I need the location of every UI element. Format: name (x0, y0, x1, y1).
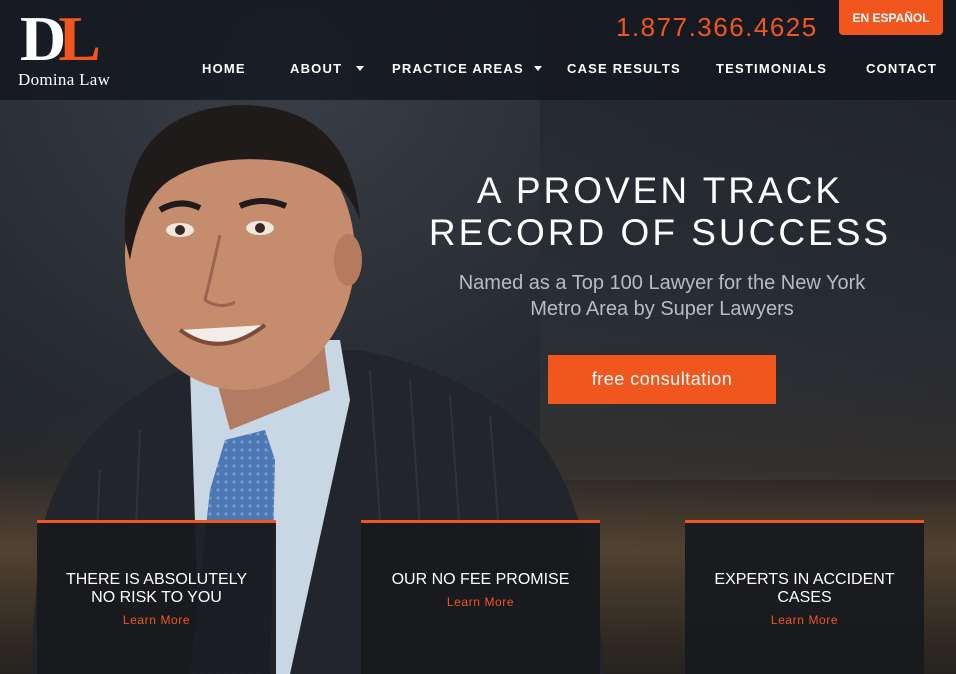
hero-subheading: Named as a Top 100 Lawyer for the New Yo… (430, 270, 894, 322)
feature-card-title-line: NO RISK TO YOU (91, 589, 222, 606)
feature-card-accident-experts[interactable]: EXPERTS IN ACCIDENT CASES Learn More (685, 520, 924, 674)
feature-card-title-line: THERE IS ABSOLUTELY (65, 571, 248, 588)
nav-item-label: PRACTICE AREAS (392, 60, 524, 76)
learn-more-link[interactable]: Learn More (685, 613, 924, 627)
feature-card-title-line: EXPERTS IN ACCIDENT (714, 571, 895, 588)
nav-item-practice-areas[interactable]: PRACTICE AREAS (392, 58, 542, 78)
feature-card-no-risk[interactable]: THERE IS ABSOLUTELY NO RISK TO YOU Learn… (37, 520, 276, 674)
nav-item-contact[interactable]: CONTACT (866, 58, 937, 78)
espanol-language-button[interactable]: EN ESPAÑOL (839, 0, 943, 35)
chevron-down-icon (533, 65, 542, 71)
nav-item-label: ABOUT (290, 60, 343, 76)
nav-item-home[interactable]: HOME (202, 58, 246, 78)
feature-card-title-line: CASES (777, 589, 832, 606)
phone-number-link[interactable]: 1.877.366.4625 (616, 12, 818, 43)
nav-item-about[interactable]: ABOUT (290, 58, 365, 78)
nav-item-label: CASE RESULTS (567, 60, 681, 76)
feature-card-title: OUR NO FEE PROMISE (361, 571, 600, 589)
learn-more-link[interactable]: Learn More (37, 613, 276, 627)
nav-item-label: HOME (202, 60, 246, 76)
learn-more-link[interactable]: Learn More (361, 595, 600, 609)
free-consultation-button[interactable]: free consultation (548, 355, 776, 404)
hero-headline-line: RECORD OF SUCCESS (428, 212, 892, 253)
site-header: DL Domina Law 1.877.366.4625 EN ESPAÑOL … (0, 0, 956, 100)
feature-card-title: EXPERTS IN ACCIDENT CASES (685, 571, 924, 607)
feature-card-title-line: OUR NO FEE PROMISE (391, 571, 570, 588)
hero-subheading-line: Named as a Top 100 Lawyer for the New Yo… (458, 272, 866, 294)
chevron-down-icon (356, 65, 365, 71)
nav-item-label: CONTACT (866, 60, 937, 76)
hero-headline: A PROVEN TRACK RECORD OF SUCCESS (410, 170, 910, 254)
nav-item-case-results[interactable]: CASE RESULTS (567, 58, 681, 78)
hero-headline-line: A PROVEN TRACK (476, 170, 844, 211)
domina-law-logo[interactable]: DL Domina Law (18, 7, 128, 90)
feature-card-no-fee[interactable]: OUR NO FEE PROMISE Learn More (361, 520, 600, 674)
nav-item-label: TESTIMONIALS (716, 60, 828, 76)
feature-card-title: THERE IS ABSOLUTELY NO RISK TO YOU (37, 571, 276, 607)
hero-subheading-line: Metro Area by Super Lawyers (530, 298, 794, 320)
main-nav: HOME ABOUT PRACTICE AREAS CASE RESULTS T… (0, 58, 956, 78)
nav-item-testimonials[interactable]: TESTIMONIALS (716, 58, 827, 78)
